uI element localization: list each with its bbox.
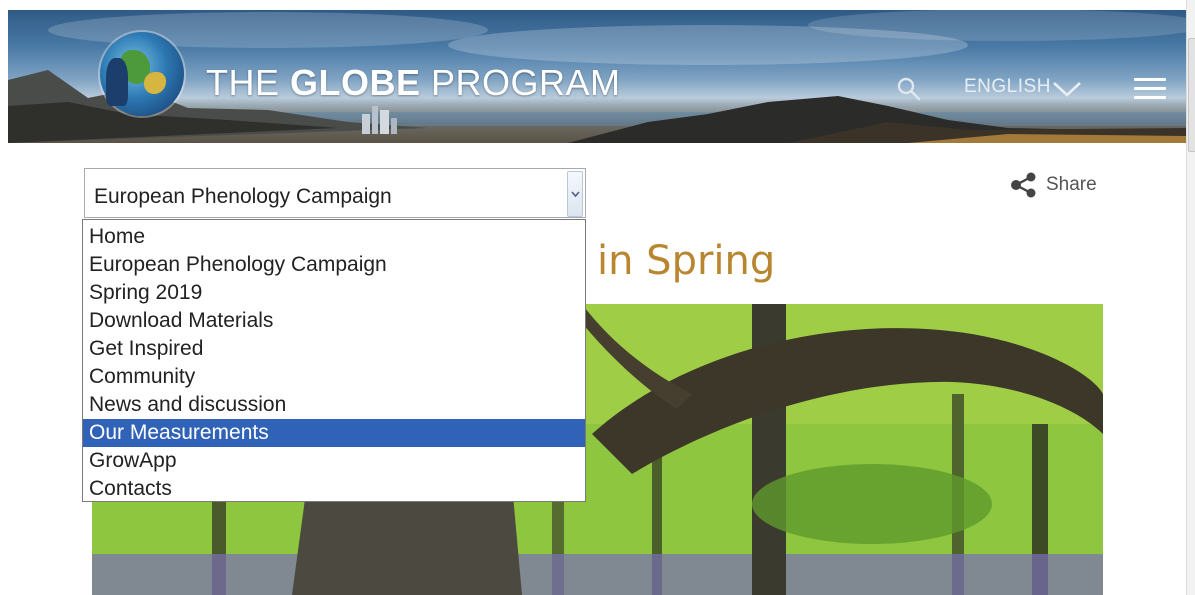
hamburger-menu-icon[interactable] <box>1134 78 1166 100</box>
option-contacts[interactable]: Contacts <box>83 475 585 503</box>
scrollbar-thumb[interactable] <box>1188 38 1195 152</box>
share-label: Share <box>1046 174 1097 195</box>
brand-the: THE <box>206 62 291 103</box>
option-european-phenology-campaign[interactable]: European Phenology Campaign <box>83 251 585 279</box>
option-home[interactable]: Home <box>83 223 585 251</box>
site-header: THE GLOBE PROGRAM ENGLISH <box>8 10 1186 143</box>
select-dropdown-button[interactable] <box>567 171 583 217</box>
language-selector[interactable]: ENGLISH <box>964 76 1051 98</box>
chevron-down-icon <box>571 191 580 198</box>
logo-figure-shape <box>106 58 128 106</box>
site-brand[interactable]: THE GLOBE PROGRAM <box>206 62 621 104</box>
campaign-select[interactable]: European Phenology Campaign <box>84 168 586 218</box>
logo-land-shape <box>144 72 166 94</box>
brand-globe: GLOBE <box>290 62 421 103</box>
share-button[interactable]: Share <box>1010 172 1097 198</box>
option-news-and-discussion[interactable]: News and discussion <box>83 391 585 419</box>
campaign-select-value: European Phenology Campaign <box>94 185 392 208</box>
campaign-options-listbox[interactable]: Home European Phenology Campaign Spring … <box>82 219 586 502</box>
option-growapp[interactable]: GrowApp <box>83 447 585 475</box>
option-download-materials[interactable]: Download Materials <box>83 307 585 335</box>
option-community[interactable]: Community <box>83 363 585 391</box>
globe-logo[interactable] <box>100 32 184 116</box>
share-icon <box>1011 172 1036 198</box>
option-our-measurements[interactable]: Our Measurements <box>83 419 585 447</box>
search-icon[interactable] <box>896 76 922 102</box>
chevron-down-icon[interactable] <box>1052 80 1082 98</box>
page-title: in Spring <box>597 238 776 284</box>
option-spring-2019[interactable]: Spring 2019 <box>83 279 585 307</box>
option-get-inspired[interactable]: Get Inspired <box>83 335 585 363</box>
brand-program: PROGRAM <box>420 62 621 103</box>
